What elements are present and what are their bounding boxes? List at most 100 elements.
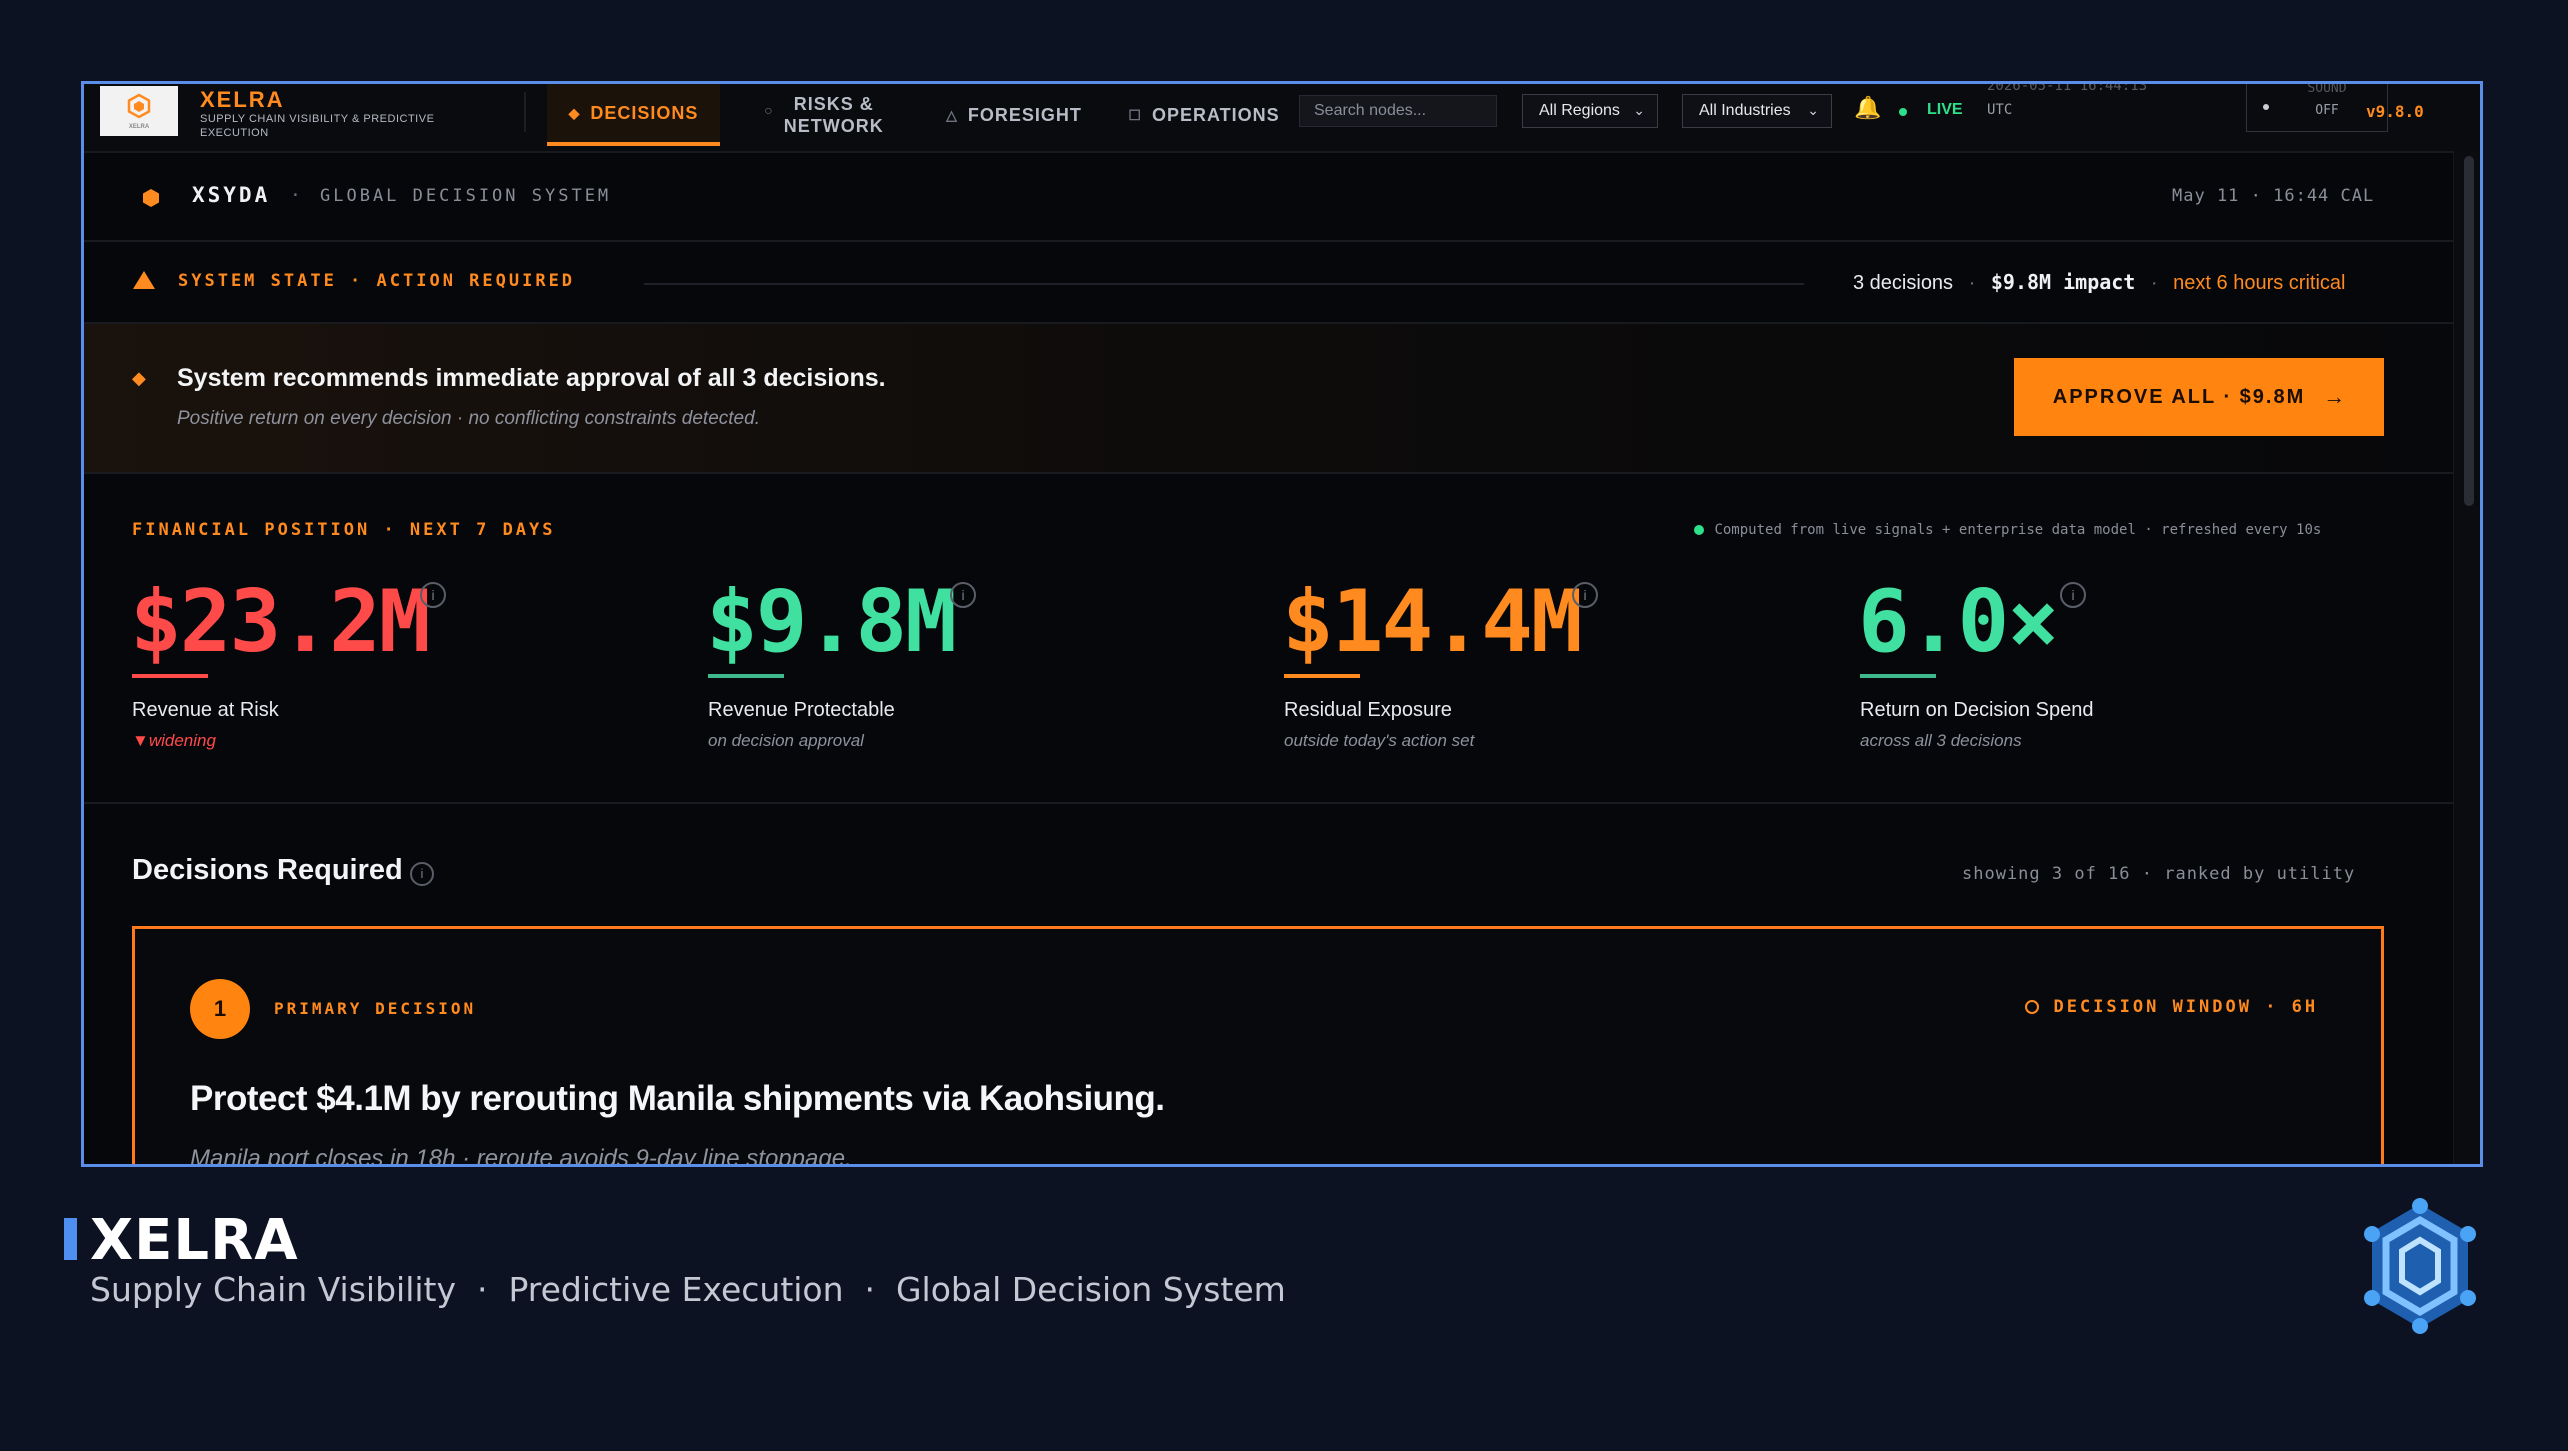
region-select-value: All Regions [1539, 102, 1620, 119]
brand-tagline: SUPPLY CHAIN VISIBILITY & PREDICTIVE EXE… [200, 113, 435, 139]
region-select[interactable]: All Regions ⌄ [1522, 94, 1658, 128]
kpi-revenue-at-risk-trend: ▼widening [132, 731, 216, 751]
kpi-revenue-at-risk-value: $23.2M [130, 572, 431, 672]
live-dot-icon [1899, 108, 1907, 116]
decision-window-label: DECISION WINDOW · 6H [2053, 997, 2319, 1017]
decisions-count: 3 decisions [1853, 272, 1954, 294]
sound-toggle-label: SOUND OFF [2287, 81, 2367, 122]
kpi-revenue-protectable-label: Revenue Protectable [708, 699, 895, 721]
tab-decisions-label: DECISIONS [590, 102, 699, 123]
info-icon[interactable]: i [1572, 582, 1598, 608]
kpi-underline [1860, 674, 1936, 678]
divider [84, 240, 2460, 242]
caption-accent-bar [64, 1218, 77, 1260]
critical-window: next 6 hours critical [2173, 272, 2346, 294]
tab-risks-label-line1: RISKS & [793, 94, 874, 114]
logo-text: XELRA [128, 123, 150, 130]
decisions-title: Decisions Required [132, 854, 403, 886]
toggle-dot-icon [2263, 104, 2269, 110]
tab-risks-label-line2: NETWORK [783, 116, 884, 136]
clock-tz: UTC [1987, 102, 2013, 118]
chevron-down-icon: ⌄ [1807, 102, 1819, 118]
industry-select-value: All Industries [1699, 102, 1791, 119]
kpi-residual-exposure-label: Residual Exposure [1284, 699, 1452, 721]
tab-decisions[interactable]: ◆ DECISIONS [547, 84, 720, 146]
summary-separator: · [1968, 272, 1976, 294]
decision-rank: 1 [213, 996, 227, 1021]
primary-decision-card[interactable]: 1 PRIMARY DECISION DECISION WINDOW · 6H … [132, 926, 2384, 1167]
recommendation-subtitle: Positive return on every decision · no c… [177, 408, 760, 429]
trend-down-icon: ▼ [132, 731, 149, 750]
scrollbar-thumb[interactable] [2464, 156, 2474, 506]
chevron-down-icon: ⌄ [1633, 102, 1645, 118]
decision-headline: Protect $4.1M by rerouting Manila shipme… [190, 1079, 1165, 1118]
diamond-icon: ◆ [132, 368, 146, 388]
divider [84, 802, 2460, 804]
arrow-right-icon: → [2323, 384, 2346, 409]
warning-triangle-icon [132, 270, 156, 295]
search-input[interactable] [1299, 95, 1497, 127]
divider [84, 472, 2460, 474]
kpi-return-on-spend-label: Return on Decision Spend [1860, 699, 2094, 721]
caption-title: XELRA [90, 1208, 299, 1273]
system-name: XSYDA [192, 183, 271, 207]
logo[interactable]: XELRA [100, 86, 178, 136]
kpi-return-on-spend-value: 6.0× [1858, 572, 2059, 672]
square-icon: ☐ [1128, 106, 1142, 123]
sound-toggle-line2: OFF [2315, 103, 2339, 118]
tab-foresight-label: FORESIGHT [967, 104, 1082, 125]
recommendation-banner: ◆ System recommends immediate approval o… [84, 324, 2460, 472]
nav-separator [524, 92, 526, 132]
kpi-underline [708, 674, 784, 678]
decision-detail: Manila port closes in 18h · reroute avoi… [190, 1145, 852, 1167]
system-subtitle: GLOBAL DECISION SYSTEM [320, 186, 612, 206]
sound-toggle-line1: SOUND [2307, 81, 2347, 96]
kpi-underline [1284, 674, 1360, 678]
state-rule [644, 283, 1804, 285]
top-nav: XELRA XELRA SUPPLY CHAIN VISIBILITY & PR… [84, 84, 2480, 153]
brand: XELRA SUPPLY CHAIN VISIBILITY & PREDICTI… [200, 88, 470, 140]
circle-icon: ○ [764, 102, 774, 118]
system-hex-icon [140, 187, 162, 214]
info-icon[interactable]: i [420, 582, 446, 608]
clock: 2026-05-11 16:44:13 UTC [1987, 84, 2147, 122]
kpi-revenue-protectable-sub: on decision approval [708, 731, 864, 750]
triangle-icon: △ [946, 106, 958, 123]
clock-icon [2025, 1000, 2039, 1014]
decision-window: DECISION WINDOW · 6H [2025, 997, 2318, 1017]
info-icon[interactable]: i [950, 582, 976, 608]
app-window: XELRA XELRA SUPPLY CHAIN VISIBILITY & PR… [81, 81, 2483, 1167]
info-icon[interactable]: i [410, 862, 434, 886]
tab-risks-network[interactable]: ○ RISKS & NETWORK [744, 84, 904, 146]
decision-tag: PRIMARY DECISION [274, 999, 477, 1018]
state-summary: 3 decisions · $9.8M impact · next 6 hour… [1853, 270, 2345, 295]
approve-all-label: APPROVE ALL · $9.8M [2052, 385, 2306, 408]
kpi-residual-exposure-value: $14.4M [1282, 572, 1583, 672]
live-label: LIVE [1927, 101, 1963, 118]
hexagon-logo-icon [127, 93, 151, 118]
tab-operations[interactable]: ☐ OPERATIONS [1114, 84, 1294, 146]
tab-risks-label: RISKS & NETWORK [784, 93, 884, 137]
hexagon-logo-icon [2356, 1198, 2484, 1339]
bell-icon[interactable]: 🔔 [1854, 95, 1881, 121]
caption-subtitle: Supply Chain Visibility · Predictive Exe… [90, 1270, 1286, 1309]
info-icon[interactable]: i [2060, 582, 2086, 608]
tab-foresight[interactable]: △ FORESIGHT [934, 84, 1094, 146]
kpi-residual-exposure-sub: outside today's action set [1284, 731, 1475, 750]
system-datetime: May 11 · 16:44 CAL [2172, 186, 2375, 206]
financial-title: FINANCIAL POSITION · NEXT 7 DAYS [132, 520, 556, 540]
status-dot-icon [1694, 524, 1704, 535]
refresh-status: Computed from live signals + enterprise … [1694, 521, 2321, 539]
summary-separator: · [2150, 272, 2158, 294]
kpi-underline [132, 674, 208, 678]
kpi-revenue-at-risk-label: Revenue at Risk [132, 699, 279, 721]
decisions-meta: showing 3 of 16 · ranked by utility [1962, 864, 2356, 884]
impact-value: $9.8M impact [1990, 270, 2136, 294]
tab-operations-label: OPERATIONS [1151, 104, 1280, 125]
decision-rank-badge: 1 [190, 979, 250, 1039]
industry-select[interactable]: All Industries ⌄ [1682, 94, 1832, 128]
recommendation-title: System recommends immediate approval of … [177, 364, 886, 392]
approve-all-button[interactable]: APPROVE ALL · $9.8M → [2014, 358, 2384, 436]
version-label: v9.8.0 [2366, 102, 2424, 121]
system-state-label: SYSTEM STATE · ACTION REQUIRED [178, 271, 576, 291]
